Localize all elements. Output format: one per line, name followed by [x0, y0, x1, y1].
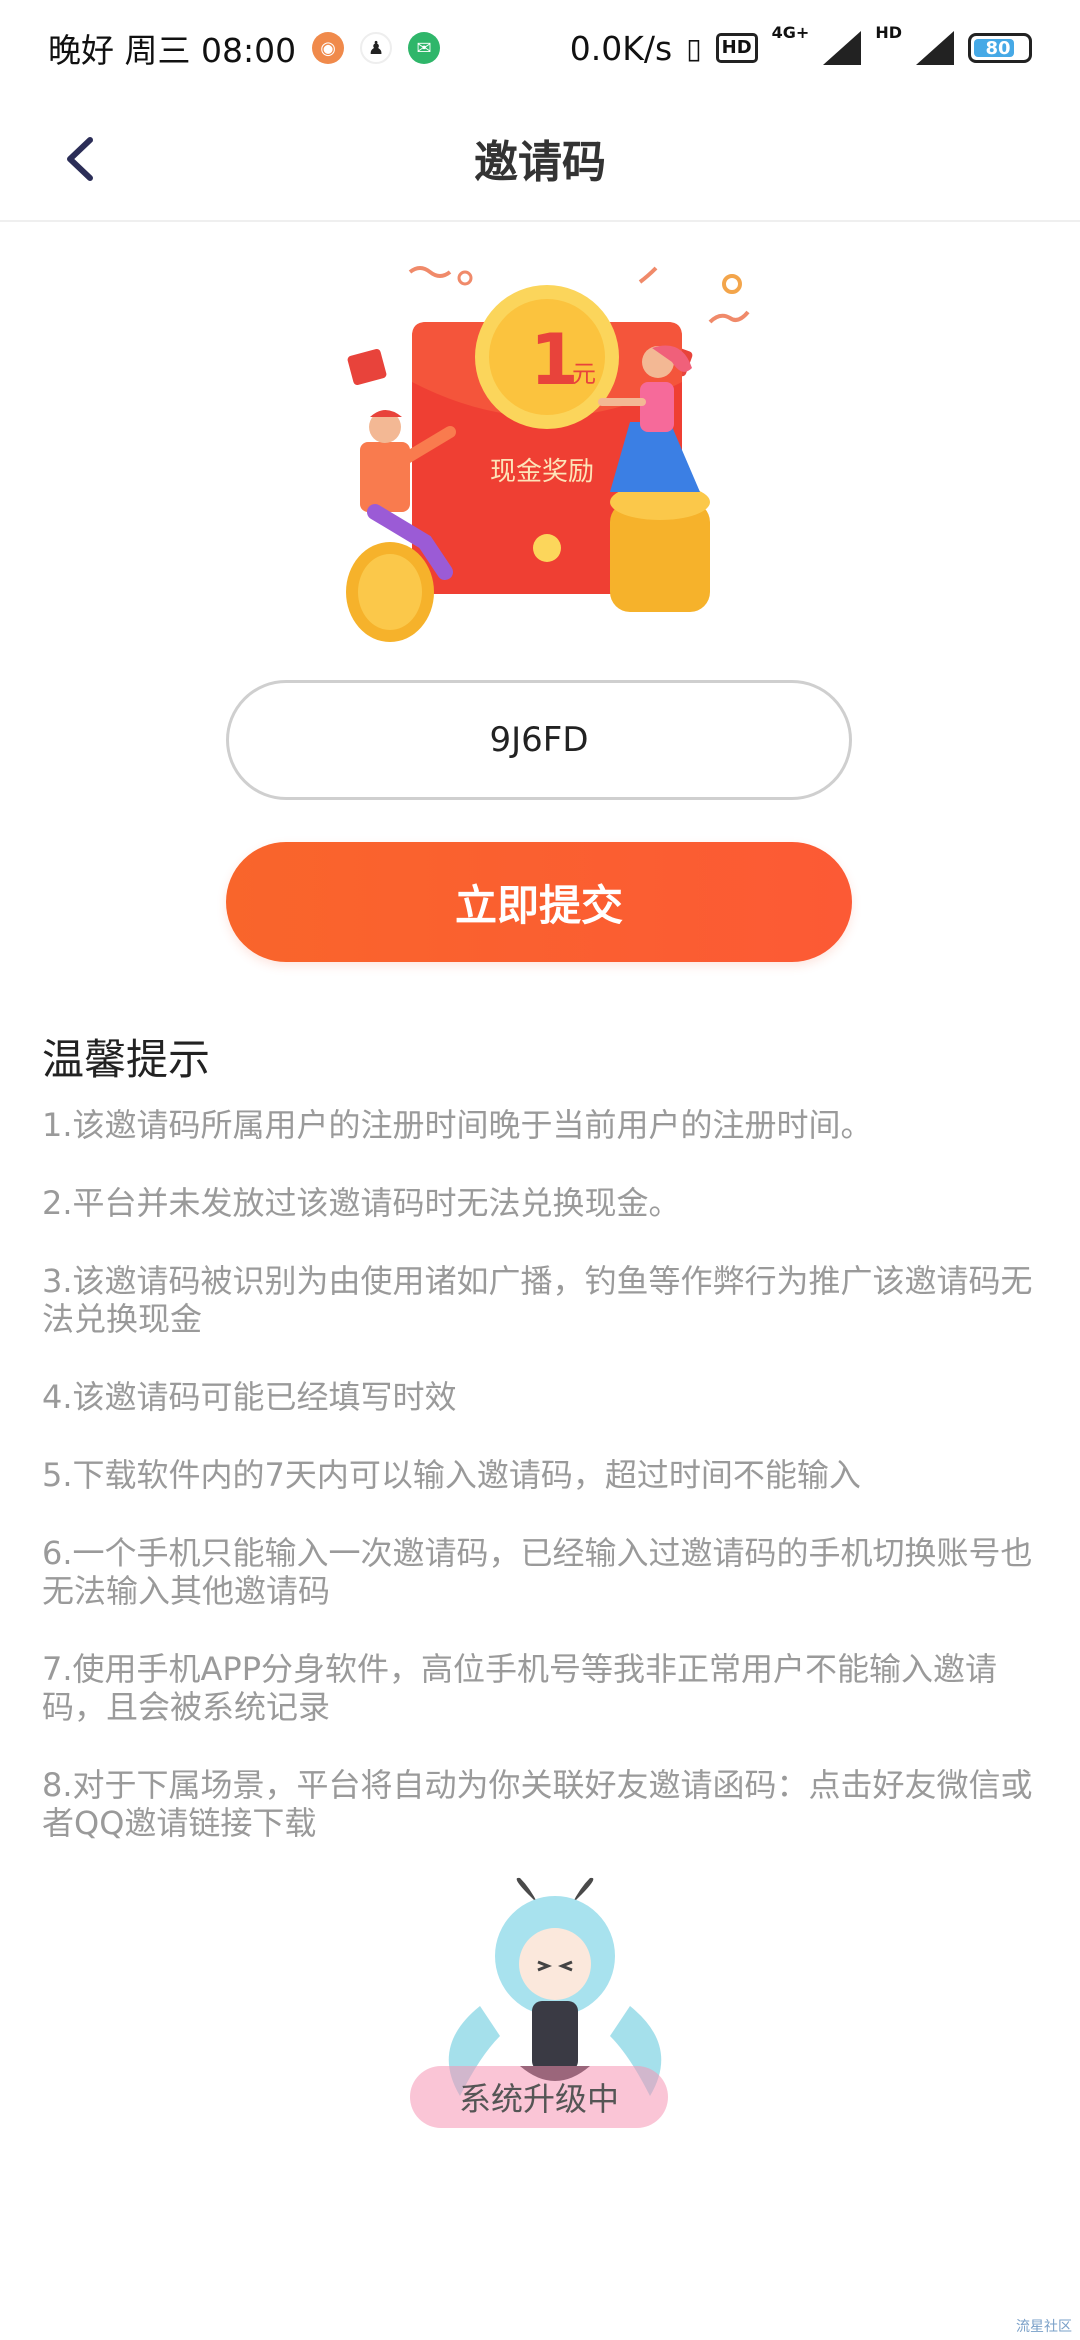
battery-icon: 80: [968, 33, 1032, 63]
tip-item: 3.该邀请码被识别为由使用诸如广播，钓鱼等作弊行为推广该邀请码无法兑换现金: [42, 1262, 1033, 1338]
system-upgrade-badge[interactable]: 系统升级中: [410, 2066, 668, 2128]
tip-item: 6.一个手机只能输入一次邀请码，已经输入过邀请码的手机切换账号也无法输入其他邀请…: [42, 1534, 1033, 1610]
status-time: 晚好 周三 08:00: [48, 31, 297, 70]
page-title: 邀请码: [474, 137, 606, 188]
status-bar: 晚好 周三 08:00 ◉ ♟ ✉ 0.0K/s ▯ HD 4G+ HD 80: [0, 0, 1080, 96]
tip-item: 4.该邀请码可能已经填写时效: [42, 1378, 457, 1416]
tip-item: 2.平台并未发放过该邀请码时无法兑换现金。: [42, 1184, 681, 1222]
signal-icon-2: [916, 31, 954, 65]
qq-notification-icon: ♟: [360, 32, 393, 64]
status-left: 晚好 周三 08:00 ◉ ♟ ✉: [48, 24, 441, 72]
network-type: 4G+: [771, 22, 810, 42]
weibo-notification-icon: ◉: [312, 32, 345, 64]
network-speed: 0.0K/s: [569, 28, 673, 68]
invite-code-input[interactable]: 9J6FD: [226, 680, 852, 800]
hd2-badge: HD: [875, 22, 902, 42]
red-envelope-illustration: 1 元 现金奖励: [346, 266, 750, 642]
status-right: 0.0K/s ▯ HD 4G+ HD 80: [569, 23, 1032, 68]
tip-item: 8.对于下属场景，平台将自动为你关联好友邀请函码：点击好友微信或者QQ邀请链接下…: [42, 1766, 1033, 1842]
tip-item: 5.下载软件内的7天内可以输入邀请码，超过时间不能输入: [42, 1456, 861, 1494]
nav-bar: 邀请码: [0, 96, 1080, 222]
chevron-left-icon: [67, 137, 93, 181]
hd-badge: HD: [715, 33, 758, 63]
vibrate-icon: ▯: [686, 31, 702, 65]
tips-title: 温馨提示: [42, 1035, 211, 1084]
tips-list: 1.该邀请码所属用户的注册时间晚于当前用户的注册时间。 2.平台并未发放过该邀请…: [42, 1106, 1042, 1882]
battery-level: 80: [985, 37, 1011, 59]
cash-reward-illustration: 1 元 现金奖励: [330, 262, 750, 642]
wechat-notification-icon: ✉: [408, 32, 441, 64]
envelope-caption: 现金奖励: [490, 457, 594, 487]
tip-item: 1.该邀请码所属用户的注册时间晚于当前用户的注册时间。: [42, 1106, 873, 1144]
back-button[interactable]: [44, 124, 114, 194]
submit-button[interactable]: 立即提交: [226, 842, 852, 962]
signal-icon: [823, 31, 862, 65]
tip-item: 7.使用手机APP分身软件，高位手机号等我非正常用户不能输入邀请码，且会被系统记…: [42, 1650, 998, 1726]
coin-unit: 元: [572, 360, 596, 388]
watermark: 流星社区: [1016, 2319, 1072, 2335]
